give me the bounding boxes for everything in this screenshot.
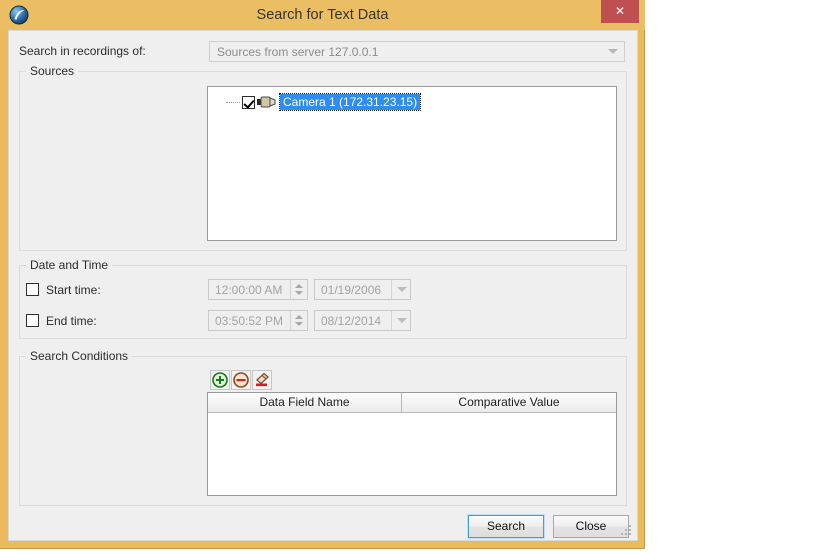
start-time-spinner[interactable]: 12:00:00 AM xyxy=(208,279,308,300)
search-in-label: Search in recordings of: xyxy=(19,44,146,58)
start-date-picker[interactable]: 01/19/2006 xyxy=(314,279,411,300)
add-condition-button[interactable] xyxy=(210,370,230,390)
tree-item-checkbox[interactable] xyxy=(242,95,255,109)
chevron-down-icon xyxy=(295,291,303,295)
chevron-down-icon xyxy=(608,49,618,54)
start-date-value: 01/19/2006 xyxy=(321,282,382,297)
start-time-value: 12:00:00 AM xyxy=(215,282,283,297)
dialog-window: Search for Text Data ✕ Search in recordi… xyxy=(0,0,645,549)
end-time-checkbox[interactable] xyxy=(26,314,39,327)
dialog-client-area: Search in recordings of: Sources from se… xyxy=(8,30,638,541)
calendar-dropdown-icon[interactable] xyxy=(391,311,410,330)
window-title: Search for Text Data xyxy=(256,7,389,23)
start-time-checkbox[interactable] xyxy=(26,283,39,296)
chevron-up-icon xyxy=(295,315,303,319)
close-button[interactable]: Close xyxy=(553,515,629,538)
conditions-table[interactable]: Data Field Name Comparative Value xyxy=(207,392,617,496)
eraser-icon xyxy=(256,372,269,387)
start-time-stepper[interactable] xyxy=(290,280,307,299)
screen: Search for Text Data ✕ Search in recordi… xyxy=(0,0,819,553)
calendar-dropdown-icon[interactable] xyxy=(391,280,410,299)
resize-grip[interactable] xyxy=(621,525,633,537)
end-time-stepper[interactable] xyxy=(290,311,307,330)
end-date-value: 08/12/2014 xyxy=(321,313,382,328)
start-time-label: Start time: xyxy=(46,283,101,297)
camera-icon xyxy=(257,96,276,108)
end-date-picker[interactable]: 08/12/2014 xyxy=(314,310,411,331)
end-time-value: 03:50:52 PM xyxy=(215,313,284,328)
end-time-spinner[interactable]: 03:50:52 PM xyxy=(208,310,308,331)
tree-item-camera-1[interactable]: Camera 1 (172.31.23.15) xyxy=(226,93,422,111)
minus-circle-icon xyxy=(233,372,249,388)
close-icon[interactable]: ✕ xyxy=(601,0,639,23)
column-header-comparative-value[interactable]: Comparative Value xyxy=(402,393,616,413)
sources-tree[interactable]: Camera 1 (172.31.23.15) xyxy=(207,86,617,241)
tree-connector-icon xyxy=(226,101,240,104)
search-button[interactable]: Search xyxy=(467,514,545,539)
plus-circle-icon xyxy=(212,372,228,388)
column-header-data-field-name[interactable]: Data Field Name xyxy=(208,393,402,413)
chevron-up-icon xyxy=(295,284,303,288)
remove-condition-button[interactable] xyxy=(231,370,251,390)
search-in-select[interactable]: Sources from server 127.0.0.1 xyxy=(209,41,625,62)
search-conditions-group-label: Search Conditions xyxy=(26,349,133,363)
title-bar[interactable]: Search for Text Data ✕ xyxy=(0,0,645,30)
end-time-label: End time: xyxy=(46,314,97,328)
tree-item-label[interactable]: Camera 1 (172.31.23.15) xyxy=(278,93,422,111)
date-time-group-label: Date and Time xyxy=(26,258,113,272)
clear-conditions-button[interactable] xyxy=(252,370,272,390)
chevron-down-icon xyxy=(295,322,303,326)
search-in-selected-value: Sources from server 127.0.0.1 xyxy=(217,45,379,59)
sources-group-label: Sources xyxy=(26,64,79,78)
